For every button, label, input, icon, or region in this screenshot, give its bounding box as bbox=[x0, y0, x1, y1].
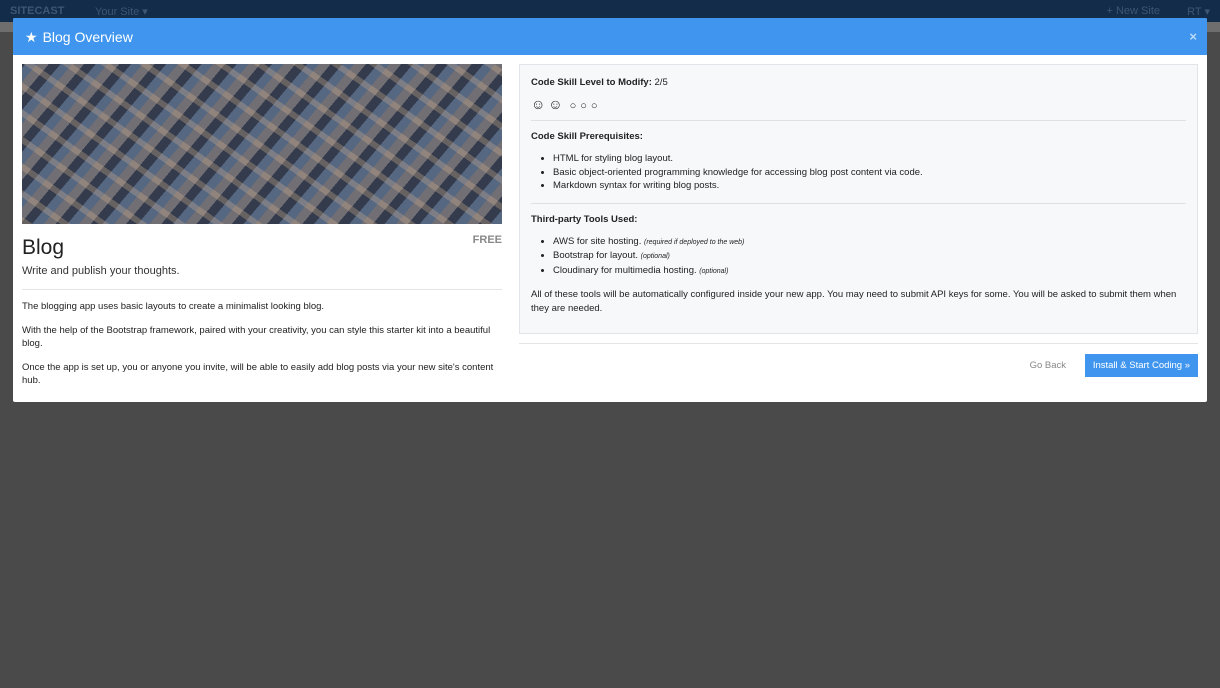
brand-logo[interactable]: SITECAST bbox=[10, 5, 64, 17]
skill-level: Code Skill Level to Modify: 2/5 bbox=[531, 77, 668, 88]
description: The blogging app uses basic layouts to c… bbox=[22, 301, 325, 312]
user-menu[interactable]: RT ▾ bbox=[1187, 5, 1210, 18]
description: With the help of the Bootstrap framework… bbox=[22, 324, 491, 350]
empty-circle-icon: ○ bbox=[590, 100, 598, 112]
site-menu[interactable]: Your Site ▾ bbox=[95, 5, 148, 18]
close-button[interactable]: × bbox=[1189, 29, 1197, 44]
list-item: HTML for styling blog layout. bbox=[553, 152, 1186, 166]
prereq-heading: Code Skill Prerequisites: bbox=[531, 131, 643, 142]
star-icon: ★ bbox=[25, 29, 38, 45]
skill-rating: ☺ ☺ ○ ○ ○ bbox=[531, 96, 1186, 121]
app-name: Blog bbox=[22, 236, 65, 259]
app-image bbox=[22, 64, 502, 224]
list-item: Cloudinary for multimedia hosting. (opti… bbox=[553, 264, 1186, 279]
empty-circle-icon: ○ bbox=[569, 100, 577, 112]
go-back-link[interactable]: Go Back bbox=[1030, 360, 1066, 371]
requirements-panel: Code Skill Level to Modify: 2/5 ☺ ☺ ○ ○ ○ Co… bbox=[519, 64, 1198, 334]
modal-header: ★ Blog Overview × bbox=[13, 18, 1207, 55]
blog-overview-modal: ★ Blog Overview × Blog FREE Write and pub… bbox=[13, 18, 1207, 402]
list-item: Bootstrap for layout. (optional) bbox=[553, 249, 1186, 264]
list-item: AWS for site hosting. (required if deplo… bbox=[553, 235, 1186, 250]
prerequisites: Code Skill Prerequisites: HTML for styli… bbox=[531, 121, 1186, 204]
smiley-icon: ☺ bbox=[548, 96, 563, 112]
app-tagline: Write and publish your thoughts. bbox=[22, 265, 502, 290]
modal-footer: Go Back Install & Start Coding » bbox=[519, 343, 1198, 377]
modal-title: Blog Overview bbox=[42, 29, 133, 45]
tools-heading: Third-party Tools Used: bbox=[531, 213, 638, 225]
description: Once the app is set up, you or anyone yo… bbox=[22, 361, 494, 387]
list-item: Basic object-oriented programming knowle… bbox=[553, 166, 1186, 180]
tools-note: All of these tools will be automatically… bbox=[531, 289, 1177, 314]
new-site-button[interactable]: + New Site bbox=[1107, 5, 1161, 17]
smiley-icon: ☺ bbox=[531, 96, 546, 112]
install-button[interactable]: Install & Start Coding » bbox=[1084, 354, 1198, 377]
tools: Third-party Tools Used: AWS for site hos… bbox=[531, 204, 1186, 279]
price-badge: FREE bbox=[472, 234, 502, 246]
list-item: Markdown syntax for writing blog posts. bbox=[553, 179, 1186, 193]
empty-circle-icon: ○ bbox=[580, 100, 587, 112]
app-info: Blog FREE Write and publish your thought… bbox=[22, 64, 502, 388]
